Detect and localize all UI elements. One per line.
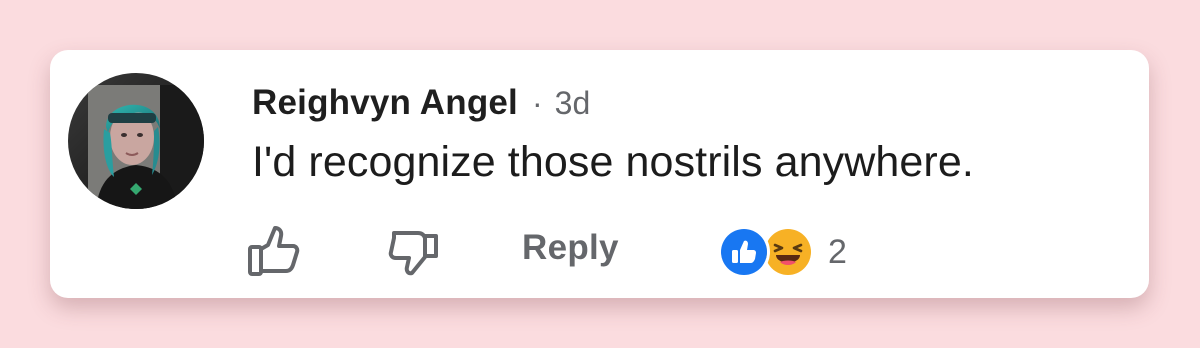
author-name[interactable]: Reighvyn Angel	[252, 83, 518, 123]
timestamp[interactable]: 3d	[555, 85, 591, 122]
comment-card: Reighvyn Angel · 3d I'd recognize those …	[50, 50, 1149, 298]
thumbs-down-icon	[388, 231, 438, 276]
avatar-image	[68, 73, 204, 209]
reaction-summary[interactable]: 2	[718, 224, 847, 280]
comment-text: I'd recognize those nostrils anywhere.	[252, 138, 974, 186]
reaction-count: 2	[828, 232, 847, 271]
dislike-button[interactable]	[382, 220, 446, 284]
comment-header: Reighvyn Angel · 3d	[252, 80, 590, 126]
thumbs-up-icon	[248, 226, 300, 276]
like-button[interactable]	[242, 220, 306, 284]
avatar[interactable]	[68, 73, 204, 209]
like-reaction-icon	[718, 226, 770, 278]
comment-actions: Reply 2	[50, 220, 1149, 284]
reply-button[interactable]: Reply	[522, 228, 619, 268]
separator-dot: ·	[531, 84, 543, 121]
